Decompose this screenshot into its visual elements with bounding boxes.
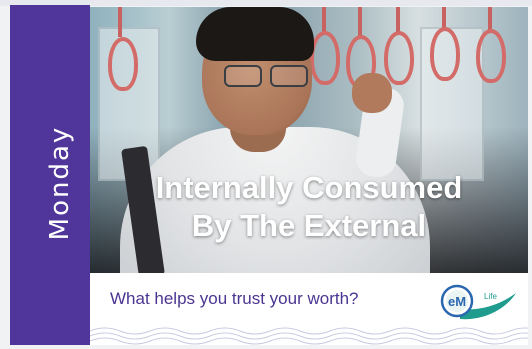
hero-photo: Internally Consumed By The External: [90, 7, 528, 273]
day-label: Monday: [45, 125, 75, 241]
wave-pattern: [90, 327, 528, 345]
headline-line-2: By The External: [191, 208, 427, 243]
hand-strap-loop: [108, 37, 138, 91]
hand-strap-loop: [384, 31, 414, 85]
hand-strap: [442, 7, 446, 29]
hand-strap: [488, 7, 492, 31]
hand-strap: [322, 7, 326, 33]
hand-strap: [118, 7, 122, 37]
question-text: What helps you trust your worth?: [110, 289, 359, 308]
hand-strap-loop: [476, 29, 506, 83]
footer: What helps you trust your worth? eM Life: [90, 273, 528, 345]
post-card: Monday Internally Consumed By The Extern…: [0, 0, 532, 349]
hand-strap-loop: [430, 27, 460, 81]
glasses: [224, 65, 310, 87]
logo-sub-text: Life: [484, 292, 497, 301]
headline-line-1: Internally Consumed: [155, 170, 463, 205]
glasses-lens: [224, 65, 262, 87]
logo-main-text: eM: [448, 294, 466, 309]
hand-strap: [396, 7, 400, 33]
em-life-logo: eM Life: [440, 284, 516, 320]
day-sidebar: Monday: [10, 5, 90, 345]
hand-strap: [358, 7, 362, 37]
person-hand: [352, 73, 392, 113]
hand-strap-loop: [310, 31, 340, 85]
glasses-lens: [270, 65, 308, 87]
person-hair: [196, 7, 314, 61]
headline: Internally Consumed By The External: [90, 169, 528, 245]
